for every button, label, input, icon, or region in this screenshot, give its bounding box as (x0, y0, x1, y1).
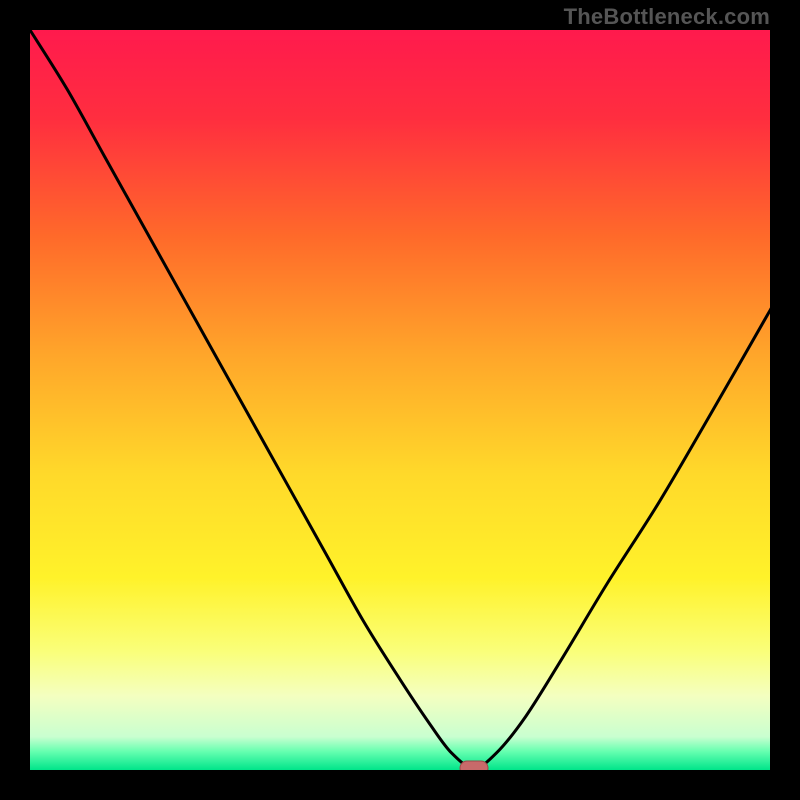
chart-frame: TheBottleneck.com (0, 0, 800, 800)
watermark-text: TheBottleneck.com (564, 4, 770, 30)
gradient-background (30, 30, 770, 770)
bottleneck-curve-chart (30, 30, 770, 770)
optimal-point-marker (460, 761, 488, 770)
plot-area (30, 30, 770, 770)
